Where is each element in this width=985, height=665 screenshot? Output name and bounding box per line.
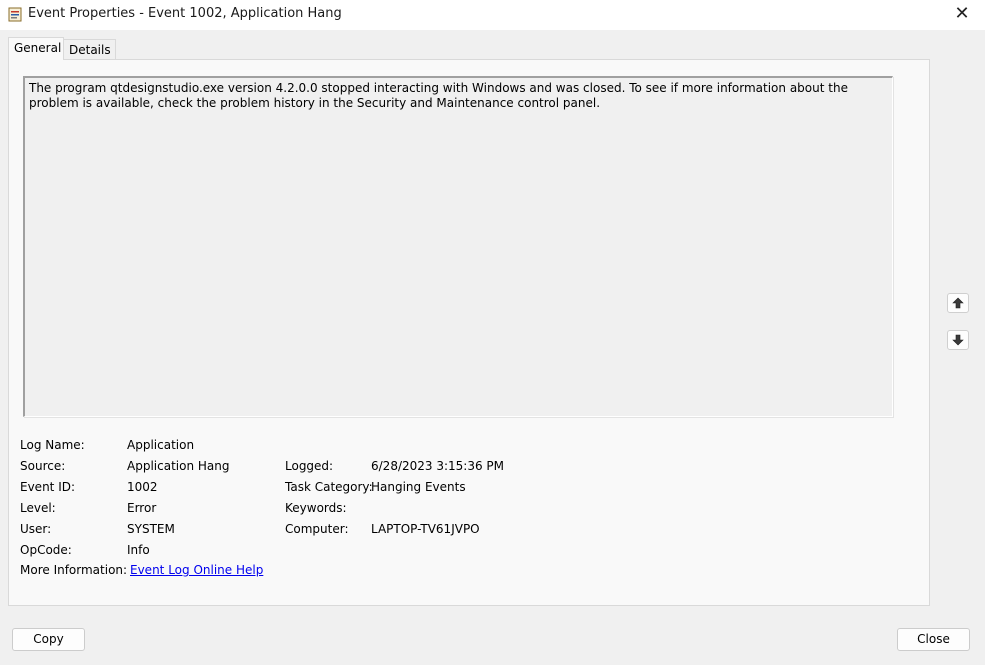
event-id-label: Event ID: (20, 480, 76, 494)
user-value: SYSTEM (127, 522, 175, 536)
event-viewer-icon (8, 7, 22, 22)
user-label: User: (20, 522, 52, 536)
task-category-label: Task Category: (285, 480, 373, 494)
previous-event-button[interactable] (947, 293, 969, 313)
close-window-button[interactable]: ✕ (939, 0, 985, 30)
close-icon: ✕ (954, 3, 970, 24)
window-right-edge (981, 30, 985, 665)
source-label: Source: (20, 459, 66, 473)
arrow-up-icon (952, 297, 964, 309)
computer-label: Computer: (285, 522, 349, 536)
log-name-label: Log Name: (20, 438, 85, 452)
level-label: Level: (20, 501, 56, 515)
arrow-down-icon (952, 334, 964, 346)
opcode-value: Info (127, 543, 150, 557)
level-value: Error (127, 501, 157, 515)
opcode-label: OpCode: (20, 543, 72, 557)
logged-label: Logged: (285, 459, 334, 473)
event-description[interactable]: The program qtdesignstudio.exe version 4… (23, 76, 893, 417)
next-event-button[interactable] (947, 330, 969, 350)
title-bar: Event Properties - Event 1002, Applicati… (0, 0, 985, 30)
source-value: Application Hang (127, 459, 230, 473)
task-category-value: Hanging Events (371, 480, 466, 494)
logged-value: 6/28/2023 3:15:36 PM (371, 459, 505, 473)
tab-details[interactable]: Details (63, 39, 116, 60)
copy-button[interactable]: Copy (12, 628, 85, 651)
tab-general[interactable]: General (8, 37, 64, 60)
keywords-label: Keywords: (285, 501, 347, 515)
window-title: Event Properties - Event 1002, Applicati… (28, 6, 342, 21)
event-log-online-help-link[interactable]: Event Log Online Help (130, 563, 263, 577)
event-id-value: 1002 (127, 480, 158, 494)
close-button[interactable]: Close (897, 628, 970, 651)
more-info-label: More Information: (20, 563, 128, 577)
log-name-value: Application (127, 438, 195, 452)
computer-value: LAPTOP-TV61JVPO (371, 522, 480, 536)
